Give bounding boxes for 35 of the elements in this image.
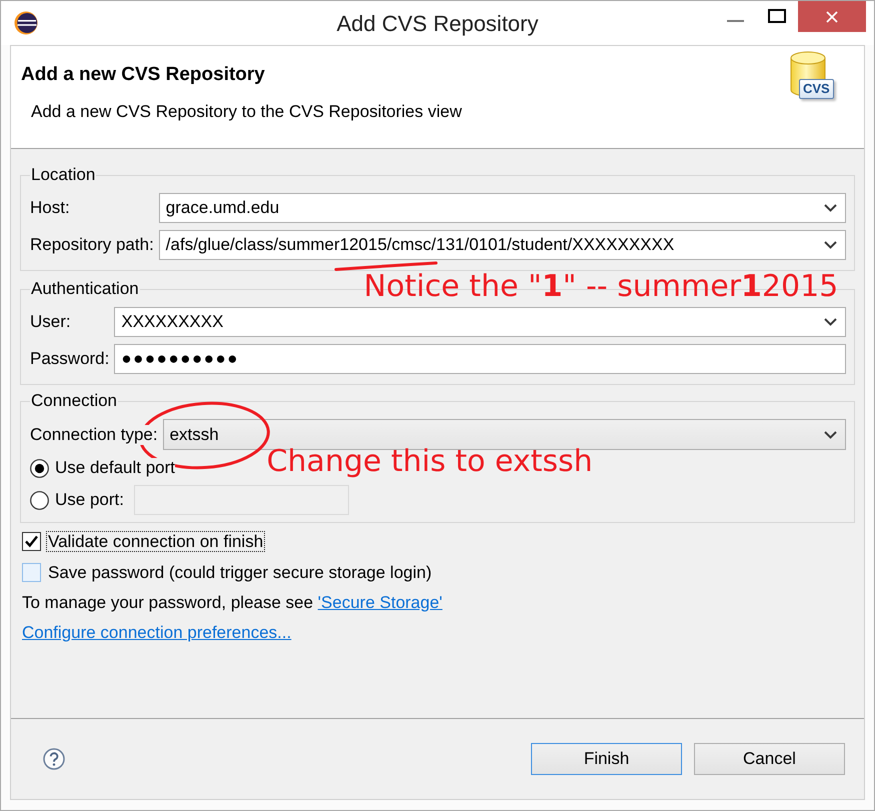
checkbox-label[interactable]: Save password (could trigger secure storage login): [46, 562, 434, 583]
window-title: Add CVS Repository: [336, 10, 538, 38]
combo-box[interactable]: /afs/glue/class/summer12015/cmsc/131/0101/student/XXXXXXXXX: [158, 230, 846, 260]
annotation-note: Notice the "1" -- summer12015: [364, 270, 838, 304]
maximize-icon: [768, 8, 786, 22]
chevron-down-icon: [824, 430, 837, 438]
secure-storage-link[interactable]: 'Secure Storage': [318, 593, 442, 612]
close-icon: [826, 10, 838, 22]
preferences-link[interactable]: Configure connection preferences...: [22, 623, 292, 643]
checkbox[interactable]: [22, 563, 41, 582]
help-icon[interactable]: [43, 748, 65, 770]
group-title: Connection: [30, 392, 118, 410]
combo-box[interactable]: XXXXXXXXX: [114, 307, 846, 337]
checkbox-label[interactable]: Validate connection on finish: [46, 531, 266, 552]
minimize-icon: [726, 20, 744, 22]
group-title: Location: [30, 166, 96, 184]
chevron-down-icon: [824, 318, 837, 326]
checkbox[interactable]: [22, 532, 41, 551]
password-field[interactable]: ●●●●●●●●●●: [114, 344, 846, 374]
storage-note: To manage your password, please see 'Secure Storage': [22, 593, 442, 613]
page-description: Add a new CVS Repository to the CVS Repositories view: [30, 101, 462, 123]
radio-button[interactable]: [30, 458, 49, 478]
chevron-down-icon: [824, 241, 837, 249]
page-title: Add a new CVS Repository: [21, 63, 266, 87]
combo-box[interactable]: grace.umd.edu: [158, 193, 846, 223]
group-title: Authentication: [30, 280, 140, 298]
field-label: Connection type:: [30, 424, 158, 444]
app-icon: [14, 11, 38, 35]
dialog-button[interactable]: Cancel: [694, 743, 845, 775]
cvs-badge: CVS: [799, 79, 834, 99]
chevron-down-icon: [824, 204, 837, 212]
field-label: Repository path:: [30, 235, 154, 255]
radio-label[interactable]: Use default port: [55, 458, 176, 478]
close-button[interactable]: [798, 1, 866, 32]
dialog-button[interactable]: Finish: [531, 743, 682, 775]
